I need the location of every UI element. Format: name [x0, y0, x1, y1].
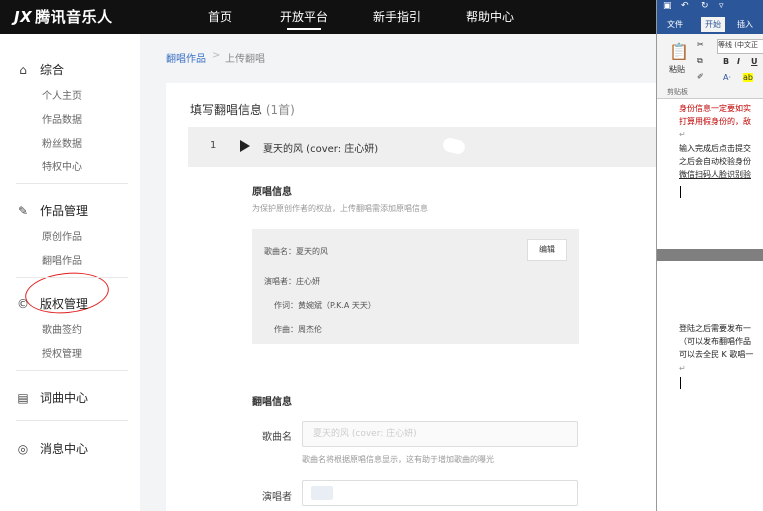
- word-tab-home[interactable]: 开始: [701, 17, 725, 32]
- word-tab-file[interactable]: 文件: [667, 19, 683, 30]
- copy-icon[interactable]: ⧉: [697, 56, 703, 66]
- redaction-mark: [441, 136, 467, 156]
- original-lyricist: 作词：黄婉斌（P.K.A 天天）: [274, 301, 376, 310]
- word-ribbon: 📋 粘贴 ✂ ⧉ ✐ 等线 (中文正 B I U A· ab 剪贴板: [657, 34, 763, 99]
- breadcrumb-separator: >: [212, 50, 221, 61]
- doc-line: 之后会自动校验身份: [679, 157, 751, 166]
- cover-song-label: 歌曲名: [262, 432, 292, 443]
- doc-line: （可以发布翻唱作品: [679, 337, 751, 346]
- cover-song-input[interactable]: 夏天的风 (cover: 庄心妍): [302, 421, 578, 447]
- sidebar-section-label: 消息中心: [40, 442, 89, 456]
- divider: [16, 277, 128, 278]
- top-nav-bar: JX 腾讯音乐人 首页 开放平台 新手指引 帮助中心: [0, 0, 656, 34]
- logo[interactable]: JX 腾讯音乐人: [14, 6, 113, 27]
- nav-open-platform[interactable]: 开放平台: [280, 8, 328, 30]
- sidebar-item-authorization[interactable]: 授权管理: [42, 345, 82, 360]
- text-cursor: [680, 186, 681, 198]
- sidebar-item-original-works[interactable]: 原创作品: [42, 228, 82, 243]
- song-row[interactable]: 1 夏天的风 (cover: 庄心妍): [188, 127, 656, 167]
- sidebar-item-privilege[interactable]: 特权中心: [42, 158, 82, 173]
- highlight-icon[interactable]: ab: [743, 73, 753, 82]
- paste-label[interactable]: 粘贴: [669, 64, 685, 75]
- paste-icon[interactable]: 📋: [669, 42, 689, 61]
- song-count: (1首): [265, 103, 295, 117]
- original-song-name: 歌曲名：夏天的风: [264, 247, 328, 256]
- original-info-hint: 为保护原创作者的权益，上传翻唱需添加原唱信息: [252, 204, 428, 213]
- word-window: ▣ ↶ ↻ ▿ 文件 开始 插入 📋 粘贴 ✂ ⧉ ✐ 等线 (中文正 B I …: [656, 0, 763, 511]
- breadcrumb-parent[interactable]: 翻唱作品: [166, 50, 206, 65]
- sidebar-section-copyright[interactable]: © 版权管理: [16, 295, 88, 312]
- cover-singer-label: 演唱者: [262, 492, 292, 503]
- doc-line: 身份信息一定要如实: [679, 104, 751, 113]
- bold-icon[interactable]: B: [723, 57, 729, 66]
- font-color-icon[interactable]: A·: [723, 73, 731, 82]
- paragraph-mark: ↵: [679, 130, 686, 139]
- sidebar: ⌂ 综合 个人主页 作品数据 粉丝数据 特权中心 ✎ 作品管理 原创作品 翻唱作品 …: [0, 34, 140, 511]
- sidebar-item-fans-data[interactable]: 粉丝数据: [42, 135, 82, 150]
- panel-title: 填写翻唱信息 (1首): [190, 101, 295, 118]
- sidebar-section-works[interactable]: ✎ 作品管理: [16, 202, 88, 219]
- singer-chip[interactable]: [311, 486, 333, 500]
- cut-icon[interactable]: ✂: [697, 40, 704, 49]
- sidebar-item-song-signing[interactable]: 歌曲签约: [42, 321, 82, 336]
- divider: [16, 370, 128, 371]
- home-icon: ⌂: [19, 63, 27, 77]
- original-singer: 演唱者：庄心妍: [264, 277, 320, 286]
- original-composer: 作曲：周杰伦: [274, 325, 322, 334]
- divider: [16, 183, 128, 184]
- page-break-gap: [657, 249, 763, 261]
- sidebar-section-messages[interactable]: ◎ 消息中心: [16, 440, 88, 457]
- message-icon: ◎: [17, 442, 29, 456]
- text-cursor: [680, 377, 681, 389]
- nav-help[interactable]: 帮助中心: [466, 8, 514, 25]
- sidebar-section-label: 版权管理: [40, 297, 89, 311]
- word-title-bar: ▣ ↶ ↻ ▿: [657, 0, 763, 16]
- upload-cover-panel: 填写翻唱信息 (1首) 1 夏天的风 (cover: 庄心妍) 原唱信息 为保护…: [166, 83, 656, 511]
- word-ribbon-tabs: 文件 开始 插入: [657, 16, 763, 34]
- doc-line: 登陆之后需要发布一: [679, 324, 751, 333]
- song-name: 夏天的风 (cover: 庄心妍): [263, 144, 379, 155]
- original-info-heading: 原唱信息: [252, 187, 292, 198]
- sidebar-section-label: 作品管理: [40, 204, 89, 218]
- lyrics-icon: ▤: [17, 391, 29, 405]
- underline-icon[interactable]: U: [751, 57, 758, 66]
- original-info-box: 歌曲名：夏天的风 演唱者：庄心妍 作词：黄婉斌（P.K.A 天天） 作曲：周杰伦…: [252, 229, 579, 344]
- font-name-box[interactable]: 等线 (中文正: [717, 39, 763, 54]
- sidebar-item-cover-works[interactable]: 翻唱作品: [42, 252, 82, 267]
- copyright-icon: ©: [17, 297, 29, 311]
- doc-line: 可以去全民 K 歌唱一: [679, 350, 754, 359]
- sidebar-section-label: 综合: [40, 63, 65, 77]
- paragraph-mark: ↵: [679, 364, 686, 373]
- edit-icon: ✎: [17, 204, 29, 218]
- save-icon[interactable]: ▣: [663, 1, 672, 11]
- clipboard-group-label: 剪贴板: [667, 88, 688, 96]
- doc-line: 微信扫码人脸识别验: [679, 170, 751, 179]
- word-tab-insert[interactable]: 插入: [737, 19, 753, 30]
- italic-icon[interactable]: I: [737, 57, 740, 66]
- logo-text: 腾讯音乐人: [35, 8, 113, 26]
- undo-icon[interactable]: ↶: [681, 1, 689, 11]
- sidebar-item-works-data[interactable]: 作品数据: [42, 111, 82, 126]
- sidebar-section-overview[interactable]: ⌂ 综合: [16, 61, 64, 78]
- edit-button[interactable]: 编辑: [527, 239, 567, 261]
- breadcrumb-current: 上传翻唱: [225, 54, 265, 65]
- cover-song-hint: 歌曲名将根据原唱信息显示，这有助于增加歌曲的曝光: [302, 455, 494, 464]
- nav-home[interactable]: 首页: [208, 8, 232, 25]
- cover-info-heading: 翻唱信息: [252, 397, 292, 408]
- play-icon[interactable]: [240, 140, 250, 152]
- doc-line: 输入完成后点击提交: [679, 144, 751, 153]
- nav-guide[interactable]: 新手指引: [373, 8, 421, 25]
- logo-mark: JX: [14, 8, 33, 26]
- quick-access-dropdown-icon[interactable]: ▿: [719, 1, 724, 11]
- divider: [16, 420, 128, 421]
- redo-icon[interactable]: ↻: [701, 1, 709, 11]
- song-index: 1: [210, 140, 217, 151]
- doc-line: 打算用假身份的，敌: [679, 117, 751, 126]
- panel-title-text: 填写翻唱信息: [190, 103, 263, 117]
- format-painter-icon[interactable]: ✐: [697, 72, 704, 81]
- sidebar-item-profile[interactable]: 个人主页: [42, 87, 82, 102]
- sidebar-section-lyrics[interactable]: ▤ 词曲中心: [16, 389, 88, 406]
- sidebar-section-label: 词曲中心: [40, 391, 89, 405]
- cover-singer-input[interactable]: [302, 480, 578, 506]
